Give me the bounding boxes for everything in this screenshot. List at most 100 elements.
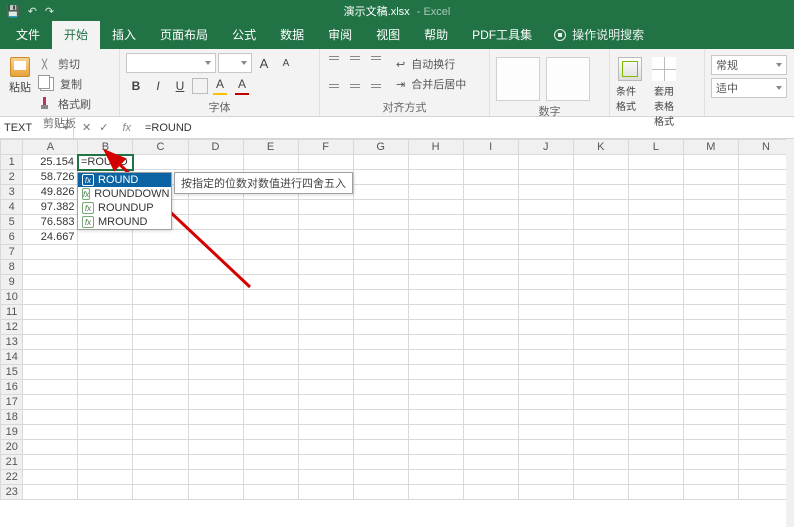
format-painter-button[interactable]: 格式刷 bbox=[38, 95, 91, 113]
cell[interactable] bbox=[78, 395, 133, 410]
cell[interactable] bbox=[518, 215, 573, 230]
cell[interactable] bbox=[133, 290, 188, 305]
cell[interactable] bbox=[353, 260, 408, 275]
cell[interactable] bbox=[23, 365, 78, 380]
cell[interactable] bbox=[628, 470, 683, 485]
cell[interactable] bbox=[243, 305, 298, 320]
cell[interactable] bbox=[298, 395, 353, 410]
cell[interactable] bbox=[683, 485, 738, 500]
cell[interactable] bbox=[573, 245, 628, 260]
cell[interactable] bbox=[518, 470, 573, 485]
cell[interactable] bbox=[628, 335, 683, 350]
autocomplete-item[interactable]: fxROUNDDOWN bbox=[78, 187, 171, 201]
cell[interactable] bbox=[628, 395, 683, 410]
cell[interactable] bbox=[573, 395, 628, 410]
cell[interactable] bbox=[683, 305, 738, 320]
cell[interactable] bbox=[188, 275, 243, 290]
cell[interactable] bbox=[298, 260, 353, 275]
cell[interactable] bbox=[628, 380, 683, 395]
cell[interactable] bbox=[628, 230, 683, 245]
cell[interactable] bbox=[78, 485, 133, 500]
cell[interactable] bbox=[353, 470, 408, 485]
cell[interactable] bbox=[353, 275, 408, 290]
row-header[interactable]: 17 bbox=[1, 395, 23, 410]
cell[interactable] bbox=[518, 350, 573, 365]
cell[interactable] bbox=[243, 215, 298, 230]
font-color-button[interactable]: A bbox=[232, 76, 252, 96]
cell[interactable] bbox=[23, 335, 78, 350]
cell[interactable] bbox=[188, 215, 243, 230]
cell[interactable]: 24.667 bbox=[23, 230, 78, 245]
cell[interactable] bbox=[353, 410, 408, 425]
cell[interactable] bbox=[188, 290, 243, 305]
cell[interactable] bbox=[573, 410, 628, 425]
cell[interactable] bbox=[23, 395, 78, 410]
cell[interactable] bbox=[298, 485, 353, 500]
cell[interactable] bbox=[243, 425, 298, 440]
tell-me[interactable]: 操作说明搜索 bbox=[544, 26, 654, 49]
cell[interactable] bbox=[298, 215, 353, 230]
cell[interactable] bbox=[243, 350, 298, 365]
column-header[interactable]: H bbox=[408, 140, 463, 155]
cell[interactable] bbox=[243, 365, 298, 380]
cell[interactable] bbox=[573, 455, 628, 470]
cell[interactable] bbox=[573, 230, 628, 245]
cell[interactable] bbox=[463, 335, 518, 350]
fill-color-button[interactable]: A bbox=[210, 76, 230, 96]
cell[interactable] bbox=[78, 305, 133, 320]
cell[interactable] bbox=[518, 275, 573, 290]
cell[interactable] bbox=[78, 410, 133, 425]
cell[interactable] bbox=[298, 410, 353, 425]
cell[interactable] bbox=[23, 380, 78, 395]
cell[interactable] bbox=[518, 320, 573, 335]
cell[interactable] bbox=[518, 335, 573, 350]
cell[interactable] bbox=[133, 335, 188, 350]
cell[interactable] bbox=[353, 305, 408, 320]
cell[interactable] bbox=[298, 290, 353, 305]
cell[interactable] bbox=[518, 485, 573, 500]
cell[interactable] bbox=[243, 485, 298, 500]
cell[interactable] bbox=[23, 290, 78, 305]
cell[interactable] bbox=[133, 245, 188, 260]
cell[interactable] bbox=[23, 350, 78, 365]
cell[interactable] bbox=[353, 185, 408, 200]
cell[interactable] bbox=[463, 380, 518, 395]
cell[interactable] bbox=[628, 245, 683, 260]
cell[interactable] bbox=[628, 215, 683, 230]
format-as-table-button[interactable]: 套用 表格格式 bbox=[650, 53, 678, 128]
cell[interactable] bbox=[628, 305, 683, 320]
cell[interactable] bbox=[408, 275, 463, 290]
cell[interactable]: 25.154 bbox=[23, 155, 78, 170]
cell[interactable] bbox=[243, 395, 298, 410]
column-header[interactable]: J bbox=[518, 140, 573, 155]
cell[interactable] bbox=[78, 350, 133, 365]
tab-view[interactable]: 视图 bbox=[364, 21, 412, 49]
cell[interactable] bbox=[78, 470, 133, 485]
column-header[interactable]: B bbox=[78, 140, 133, 155]
cell[interactable] bbox=[133, 395, 188, 410]
cell[interactable] bbox=[243, 275, 298, 290]
cell[interactable] bbox=[463, 260, 518, 275]
cell[interactable] bbox=[628, 200, 683, 215]
cell[interactable] bbox=[573, 365, 628, 380]
cell[interactable] bbox=[683, 170, 738, 185]
cell[interactable] bbox=[628, 185, 683, 200]
cell[interactable] bbox=[573, 425, 628, 440]
cell[interactable] bbox=[408, 290, 463, 305]
undo-icon[interactable]: ↶ bbox=[28, 5, 37, 18]
worksheet[interactable]: ABCDEFGHIJKLMN 125.154=ROUND258.726349.8… bbox=[0, 139, 794, 527]
cell[interactable] bbox=[188, 350, 243, 365]
placeholder-button-2[interactable] bbox=[546, 57, 590, 101]
cell[interactable] bbox=[683, 320, 738, 335]
cell[interactable] bbox=[518, 245, 573, 260]
cell[interactable] bbox=[133, 230, 188, 245]
row-header[interactable]: 1 bbox=[1, 155, 23, 170]
cell[interactable] bbox=[408, 305, 463, 320]
cell[interactable] bbox=[408, 485, 463, 500]
cell[interactable] bbox=[628, 440, 683, 455]
cell[interactable] bbox=[683, 260, 738, 275]
cell[interactable] bbox=[683, 245, 738, 260]
column-header[interactable]: G bbox=[353, 140, 408, 155]
column-header[interactable]: I bbox=[463, 140, 518, 155]
cell[interactable] bbox=[353, 155, 408, 170]
